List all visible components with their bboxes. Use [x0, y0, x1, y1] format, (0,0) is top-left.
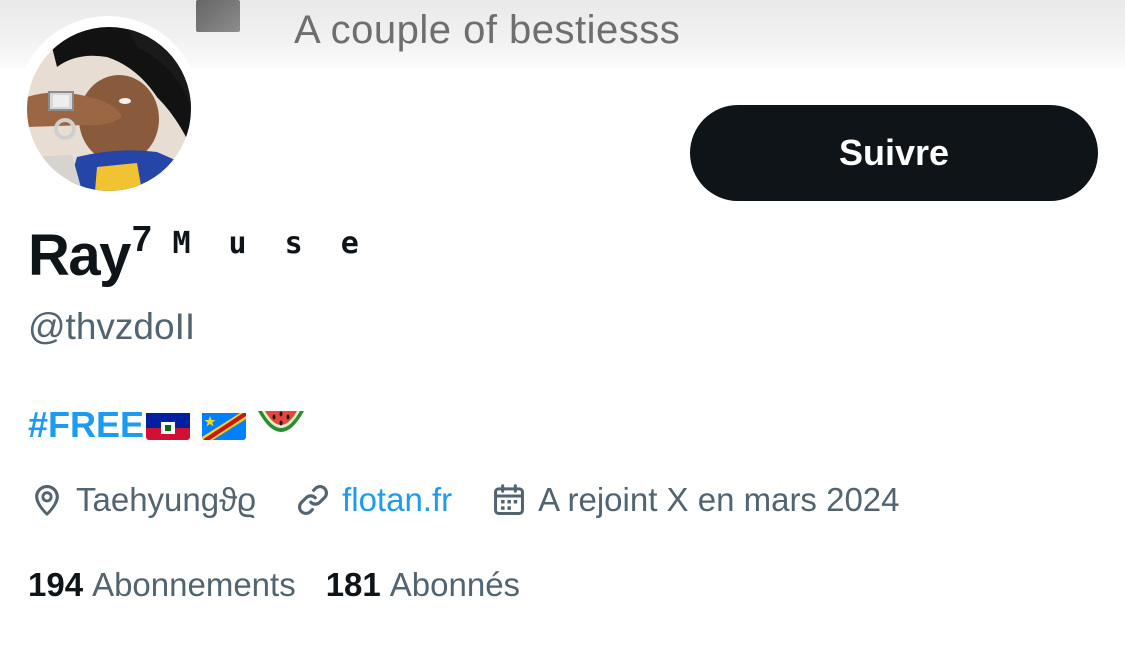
bio-hashtag-link[interactable]: #FREE: [28, 404, 144, 446]
username-handle: @thvzdoII: [28, 306, 196, 347]
follow-button[interactable]: Suivre: [690, 105, 1098, 201]
haiti-flag-icon: [146, 410, 191, 440]
banner-thumbnail: [196, 0, 240, 32]
link-icon: [298, 485, 329, 515]
display-name-text: Ray: [28, 223, 131, 288]
following-label: Abonnements: [92, 566, 296, 603]
drc-flag-icon: [202, 410, 247, 440]
location: Taehyungϑϱ: [28, 481, 256, 519]
avatar[interactable]: [27, 27, 191, 191]
follow-counts: 194 Abonnements 181 Abonnés: [28, 566, 520, 604]
display-name: Ray 7 M u s e: [28, 218, 369, 289]
followers-count: 181: [325, 566, 381, 603]
join-date: A rejoint X en mars 2024: [490, 481, 900, 519]
avatar-image: [27, 27, 191, 191]
profile-meta: Taehyungϑϱ flotan.fr A rejoint X en mars…: [28, 478, 900, 522]
website[interactable]: flotan.fr: [294, 481, 452, 519]
calendar-icon: [494, 484, 525, 515]
location-text: Taehyungϑϱ: [76, 481, 257, 518]
followers-label: Abonnés: [389, 566, 521, 603]
bio: #FREE: [28, 404, 306, 446]
followers-link[interactable]: 181 Abonnés: [326, 566, 520, 604]
website-link[interactable]: flotan.fr: [342, 481, 452, 519]
display-name-superscript: 7: [131, 218, 152, 259]
following-link[interactable]: 194 Abonnements: [28, 566, 296, 604]
watermelon-icon: [256, 405, 306, 445]
display-name-suffix: M u s e: [172, 226, 369, 261]
join-date-text: A rejoint X en mars 2024: [538, 481, 900, 518]
banner-caption: A couple of bestiesss: [294, 8, 681, 52]
following-count: 194: [28, 566, 84, 603]
location-pin-icon: [35, 484, 59, 516]
